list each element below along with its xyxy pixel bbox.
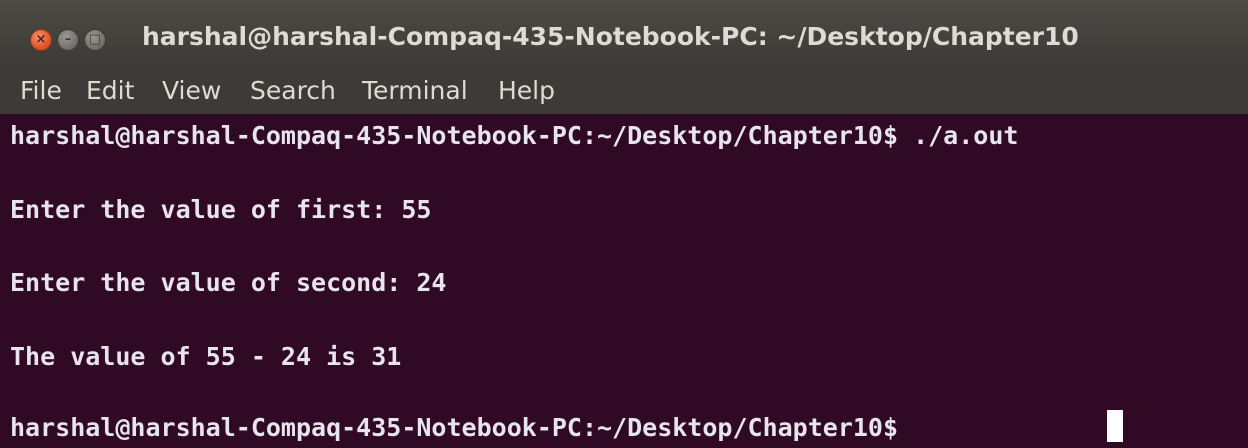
- menu-file[interactable]: File: [20, 76, 62, 105]
- menu-search[interactable]: Search: [250, 76, 336, 105]
- minimize-button[interactable]: –: [57, 29, 79, 51]
- title-bar[interactable]: × – □ harshal@harshal-Compaq-435-Noteboo…: [0, 0, 1248, 66]
- menu-edit[interactable]: Edit: [86, 76, 134, 105]
- window-title: harshal@harshal-Compaq-435-Notebook-PC: …: [142, 22, 1079, 51]
- terminal-window: × – □ harshal@harshal-Compaq-435-Noteboo…: [0, 0, 1248, 448]
- menu-help[interactable]: Help: [498, 76, 555, 105]
- close-icon: ×: [35, 32, 47, 47]
- maximize-icon: □: [88, 32, 102, 47]
- menu-view[interactable]: View: [162, 76, 221, 105]
- terminal-line-final-prompt: harshal@harshal-Compaq-435-Notebook-PC:~…: [10, 413, 914, 442]
- terminal-line-result: The value of 55 - 24 is 31: [10, 342, 402, 371]
- menu-terminal[interactable]: Terminal: [362, 76, 468, 105]
- text-cursor: [1107, 410, 1123, 442]
- menu-bar: File Edit View Search Terminal Help: [0, 66, 1248, 114]
- terminal-output[interactable]: harshal@harshal-Compaq-435-Notebook-PC:~…: [0, 114, 1248, 448]
- terminal-line-command: harshal@harshal-Compaq-435-Notebook-PC:~…: [10, 121, 1019, 150]
- maximize-button[interactable]: □: [84, 29, 106, 51]
- close-button[interactable]: ×: [30, 29, 52, 51]
- terminal-line-first-prompt: Enter the value of first: 55: [10, 195, 432, 224]
- minimize-icon: –: [64, 32, 72, 47]
- terminal-line-second-prompt: Enter the value of second: 24: [10, 268, 447, 297]
